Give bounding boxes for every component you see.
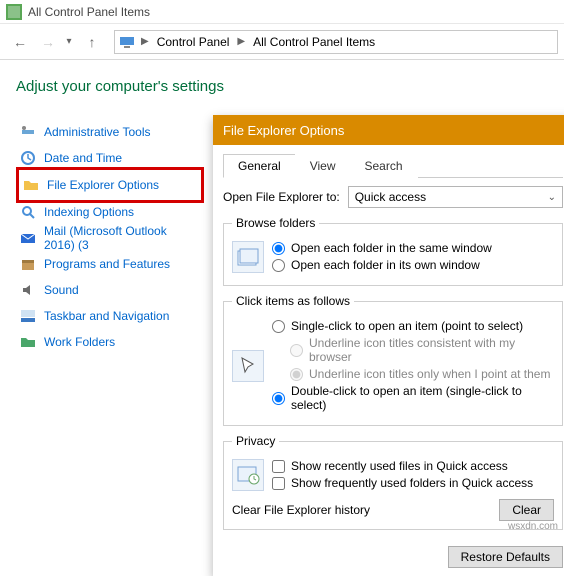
address-bar[interactable]: ▶ Control Panel ▶ All Control Panel Item… <box>114 30 558 54</box>
privacy-clock-icon <box>232 459 264 491</box>
cp-item-sound[interactable]: Sound <box>16 277 204 303</box>
control-panel-icon <box>6 4 22 20</box>
cp-item-file-explorer-options[interactable]: File Explorer Options <box>19 172 201 198</box>
workfolder-icon <box>20 334 36 350</box>
checkbox-frequent-folders[interactable]: Show frequently used folders in Quick ac… <box>272 476 554 490</box>
folder-window-icon <box>232 241 264 273</box>
cp-item-label[interactable]: File Explorer Options <box>47 178 159 192</box>
chevron-right-icon: ▶ <box>235 36 247 47</box>
speaker-icon <box>20 282 36 298</box>
cp-item-label[interactable]: Sound <box>44 283 79 297</box>
navigation-bar: ← → ▾ ↑ ▶ Control Panel ▶ All Control Pa… <box>0 24 564 60</box>
nav-back-button[interactable]: ← <box>6 28 34 56</box>
nav-up-button[interactable]: ↑ <box>78 28 106 56</box>
click-items-legend: Click items as follows <box>232 294 354 308</box>
cp-item-programs-features[interactable]: Programs and Features <box>16 251 204 277</box>
privacy-group: Privacy Show recently used files in Quic… <box>223 434 563 530</box>
restore-defaults-button[interactable]: Restore Defaults <box>448 546 563 568</box>
cp-item-label[interactable]: Programs and Features <box>44 257 170 271</box>
clear-history-label: Clear File Explorer history <box>232 503 370 517</box>
click-items-group: Click items as follows Single-click to o… <box>223 294 563 426</box>
radio-single-click[interactable]: Single-click to open an item (point to s… <box>272 319 554 333</box>
tab-search[interactable]: Search <box>350 154 418 178</box>
radio-double-click[interactable]: Double-click to open an item (single-cli… <box>272 384 554 412</box>
radio-underline-browser: Underline icon titles consistent with my… <box>290 336 554 364</box>
taskbar-icon <box>20 308 36 324</box>
cp-item-indexing-options[interactable]: Indexing Options <box>16 199 204 225</box>
chevron-right-icon: ▶ <box>139 36 151 47</box>
breadcrumb-control-panel[interactable]: Control Panel <box>151 35 236 49</box>
nav-forward-button[interactable]: → <box>34 28 62 56</box>
cp-item-label[interactable]: Date and Time <box>44 151 122 165</box>
breadcrumb-all-items[interactable]: All Control Panel Items <box>247 35 381 49</box>
chevron-down-icon: ⌄ <box>548 192 556 203</box>
window-title: All Control Panel Items <box>28 5 150 19</box>
mail-icon <box>20 230 36 246</box>
tab-view[interactable]: View <box>295 154 351 178</box>
cp-item-label[interactable]: Mail (Microsoft Outlook 2016) (3 <box>44 224 200 252</box>
dialog-title: File Explorer Options <box>213 115 564 145</box>
dialog-tabs: General View Search <box>223 153 563 178</box>
box-icon <box>20 256 36 272</box>
radio-underline-point: Underline icon titles only when I point … <box>290 367 554 381</box>
highlight-annotation: File Explorer Options <box>16 167 204 203</box>
cp-item-taskbar-navigation[interactable]: Taskbar and Navigation <box>16 303 204 329</box>
clock-icon <box>20 150 36 166</box>
control-panel-item-list: Administrative Tools Date and Time File … <box>16 119 204 355</box>
select-value: Quick access <box>355 190 426 204</box>
clear-button[interactable]: Clear <box>499 499 554 521</box>
cursor-click-icon <box>232 350 264 382</box>
file-explorer-options-dialog: File Explorer Options General View Searc… <box>213 115 564 576</box>
search-icon <box>20 204 36 220</box>
tab-general[interactable]: General <box>223 154 296 178</box>
cp-item-administrative-tools[interactable]: Administrative Tools <box>16 119 204 145</box>
cp-item-label[interactable]: Indexing Options <box>44 205 134 219</box>
open-file-explorer-select[interactable]: Quick access ⌄ <box>348 186 563 208</box>
cp-item-work-folders[interactable]: Work Folders <box>16 329 204 355</box>
page-title: Adjust your computer's settings <box>0 60 564 119</box>
radio-same-window[interactable]: Open each folder in the same window <box>272 241 554 255</box>
browse-folders-legend: Browse folders <box>232 216 319 230</box>
pc-icon <box>119 34 135 50</box>
folder-icon <box>23 177 39 193</box>
cp-item-label[interactable]: Administrative Tools <box>44 125 151 139</box>
cp-item-mail[interactable]: Mail (Microsoft Outlook 2016) (3 <box>16 225 204 251</box>
nav-history-dropdown[interactable]: ▾ <box>62 36 76 47</box>
open-file-explorer-label: Open File Explorer to: <box>223 190 340 204</box>
radio-own-window[interactable]: Open each folder in its own window <box>272 258 554 272</box>
privacy-legend: Privacy <box>232 434 279 448</box>
cp-item-label[interactable]: Taskbar and Navigation <box>44 309 169 323</box>
cp-item-label[interactable]: Work Folders <box>44 335 115 349</box>
checkbox-recent-files[interactable]: Show recently used files in Quick access <box>272 459 554 473</box>
browse-folders-group: Browse folders Open each folder in the s… <box>223 216 563 286</box>
tools-icon <box>20 124 36 140</box>
window-titlebar: All Control Panel Items <box>0 0 564 24</box>
watermark: wsxdn.com <box>508 521 558 532</box>
